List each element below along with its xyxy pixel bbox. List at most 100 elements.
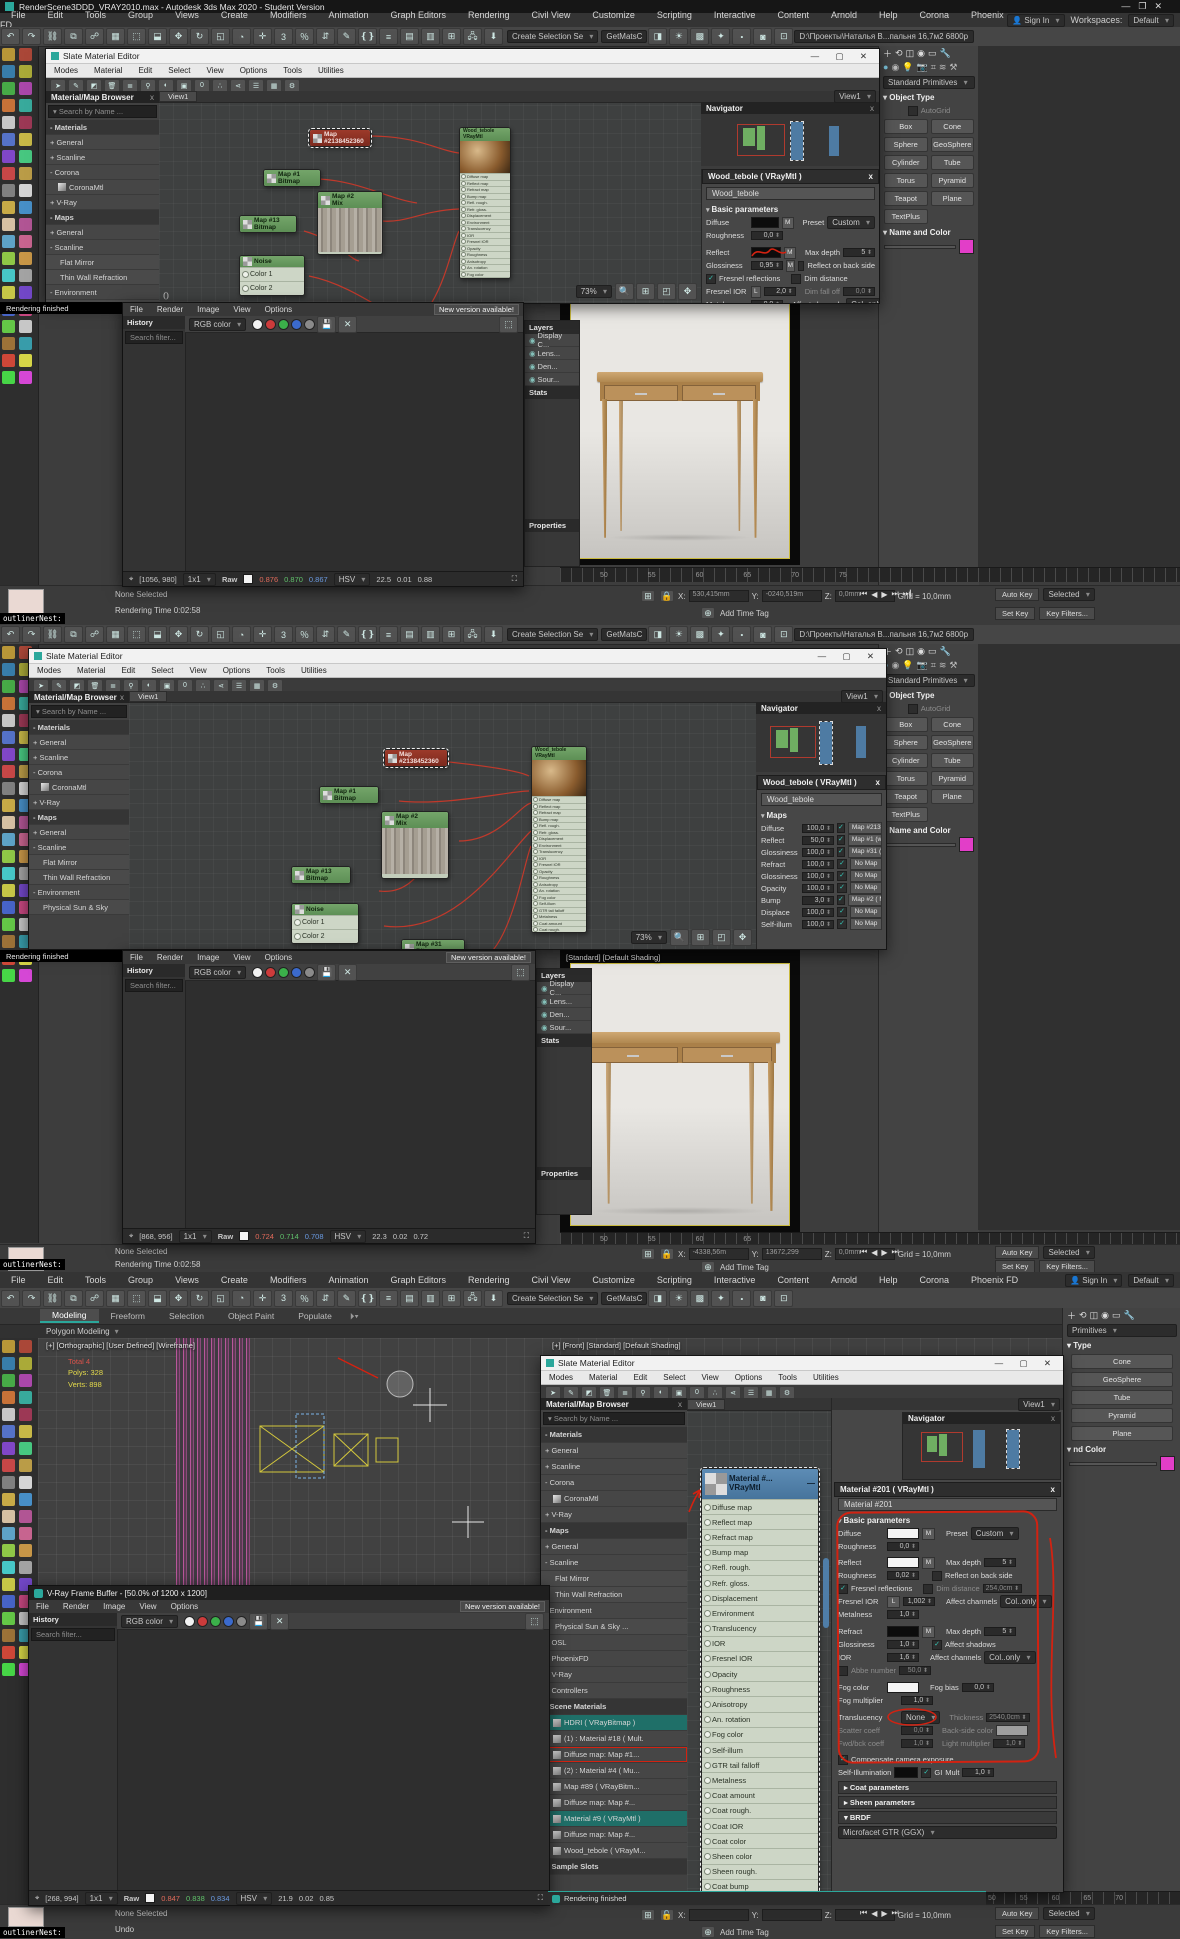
sme-menu-item[interactable]: View [182,666,215,675]
toolbar-icon[interactable]: ⇵ [316,1289,335,1307]
fog-color-swatch[interactable] [887,1682,919,1693]
toolbar-icon[interactable]: ⊞ [442,626,461,643]
toolbar-icon[interactable]: ⊞ [442,1289,461,1307]
view1-dropdown[interactable]: View1 ▾ [841,690,883,703]
toolbar-icon[interactable]: ◨ [648,28,668,45]
lock-selection-icon[interactable]: 🔒 [660,1248,674,1260]
getmats-button[interactable]: GetMatsC [601,30,648,43]
affect-channels-dropdown[interactable]: Col..only ▾ [1000,1595,1052,1608]
toolbar-icon[interactable]: ✦ [711,1289,731,1307]
node-slot[interactable]: Coat bump [702,1878,818,1892]
command-panel-tabs[interactable]: ＋ ⟲ ◫ ◉ ▭ 🔧 [879,644,979,658]
menu-item[interactable]: Civil View [521,10,582,20]
node-slot[interactable]: Coat rough. [702,1802,818,1818]
toolbar-icon[interactable]: ◱ [211,28,230,45]
fb-expand-icon[interactable]: ⛶ [538,1893,543,1903]
toolbar-icon[interactable]: ⬇ [484,1289,503,1307]
plugin-icon[interactable] [2,731,15,744]
viewport-label-2[interactable]: [Standard] [Default Shading] [566,953,660,962]
menu-item[interactable]: Corona [909,1275,961,1285]
map-slot-button[interactable]: Map #31 (wood_reflect.jpg) [847,846,882,858]
reflect-backside-checkbox[interactable] [932,1570,942,1581]
plugin-icon[interactable] [2,1442,15,1455]
project-path-dropdown[interactable]: D:\Проекты\Наталья В...пальня 16,7м2 680… [794,30,975,43]
max-depth-spinner[interactable]: 5 [984,1558,1017,1567]
toolbar-icon[interactable]: ◙ [753,626,773,643]
mult-spinner[interactable]: 1,0 [962,1768,995,1777]
toolbar-icon[interactable]: ◙ [753,1289,773,1307]
browser-tree-item[interactable]: HDRI ( VRayBitmap ) [541,1715,687,1731]
toolbar-icon[interactable]: ⊡ [774,626,794,643]
plugin-icon[interactable] [2,697,15,710]
plugin-icon[interactable] [19,116,32,129]
toolbar-icon[interactable]: ▦ [106,1289,125,1307]
toolbar-icon[interactable]: 🞄 [732,626,752,643]
viewport-label-ortho[interactable]: [+] [Orthographic] [User Defined] [Wiref… [46,1341,195,1350]
browser-search-input[interactable]: ▾ Search by Name ... [31,705,127,718]
history-search-input[interactable]: Search filter... [125,331,183,344]
preset-dropdown[interactable]: Custom ▾ [827,216,875,229]
plugin-icon[interactable] [19,1442,32,1455]
plugin-icon[interactable] [2,833,15,846]
maps-rollout[interactable]: Maps [757,809,886,822]
node-mix[interactable]: Map #2 Mix [317,191,383,255]
view1-dropdown[interactable]: View1 ▾ [1018,1398,1060,1411]
toolbar-icon[interactable]: 🞄 [732,28,752,45]
browser-tree-item[interactable]: Wood_tebole ( VRayM... [541,1843,687,1859]
plugin-icon[interactable] [2,184,15,197]
node-map1[interactable]: Map #1 Bitmap [319,786,379,805]
toolbar-icon[interactable]: ▦ [106,28,125,45]
fb-menu-item[interactable]: Image [190,305,226,314]
glossiness-map-button[interactable]: M [786,259,795,272]
node-slot[interactable]: Translucency [702,1620,818,1636]
node-scrollbar[interactable] [823,1558,829,1628]
toolbar-icon[interactable]: ↻ [190,626,209,643]
new-version-banner[interactable]: New version available! [459,1601,545,1612]
node-slot[interactable]: GTR tail falloff [702,1757,818,1773]
fb-channel-icon[interactable] [252,318,264,330]
menu-item[interactable]: Create [210,1275,259,1285]
translucency-dropdown[interactable]: None ▾ [901,1711,941,1724]
fb-channel-icon[interactable] [265,966,277,978]
toolbar-icon[interactable]: 3 [274,28,293,45]
object-type-rollout[interactable]: ▾ Object Type [879,689,979,702]
map-enable-checkbox[interactable]: ✓ [837,919,847,929]
map-enable-checkbox[interactable]: ✓ [837,859,847,869]
toolbar-icon[interactable]: ⧉ [64,28,83,45]
material-name-field[interactable]: Wood_tebole [706,187,875,200]
primitive-button[interactable]: Plane [930,789,974,804]
diffuse-map-button[interactable]: M [922,1527,935,1540]
toolbar-icon[interactable]: ▥ [421,28,440,45]
sme-menu-item[interactable]: Tools [275,66,310,75]
map-amount-spinner[interactable]: 100,0 [802,871,834,881]
fresnel-checkbox[interactable]: ✓ [706,273,716,284]
fb-menu-item[interactable]: View [226,305,257,314]
plugin-icon[interactable] [2,116,15,129]
toolbar-icon[interactable]: ☀ [669,626,689,643]
fresnel-ior-spinner[interactable]: 1,002 [903,1597,935,1606]
fb-zoom-dropdown[interactable]: 1x1 ▾ [84,1891,118,1905]
affect-channels2-dropdown[interactable]: Col..only ▾ [984,1651,1036,1664]
navigator-canvas-1[interactable] [701,114,879,166]
new-version-banner[interactable]: New version available! [445,952,531,963]
toolbar-icon[interactable]: 3 [274,626,293,643]
toolbar-icon[interactable]: ☍ [85,28,104,45]
plugin-icon[interactable] [2,799,15,812]
browser-tree-item[interactable]: - Corona [29,765,129,780]
menu-item[interactable]: Interactive [703,1275,767,1285]
object-name-field[interactable] [884,244,956,249]
toolbar-icon[interactable]: 🞄 [732,1289,752,1307]
fb-channel-dropdown[interactable]: RGB color ▾ [189,965,247,979]
reflect-color-swatch[interactable] [751,247,787,258]
sme-titlebar[interactable]: Slate Material Editor — ▢ ✕ [46,49,879,64]
sign-in-button[interactable]: 👤 Sign In ▾ [1007,13,1065,27]
sme-menu-item[interactable]: Edit [130,66,160,75]
node-slot[interactable]: Sheen rough. [702,1863,818,1879]
max-depth-spinner[interactable]: 5 [843,248,875,257]
primitive-button[interactable]: Cone [1071,1354,1173,1369]
plugin-icon[interactable] [19,82,32,95]
toolbar-icon[interactable]: ✦ [711,28,731,45]
viewport-2[interactable]: [Standard] [Default Shading] [560,950,800,1232]
timeline-ruler-3[interactable]: 50 55 60 65 70 [982,1891,1180,1905]
fb-channel-icon[interactable] [304,318,316,330]
